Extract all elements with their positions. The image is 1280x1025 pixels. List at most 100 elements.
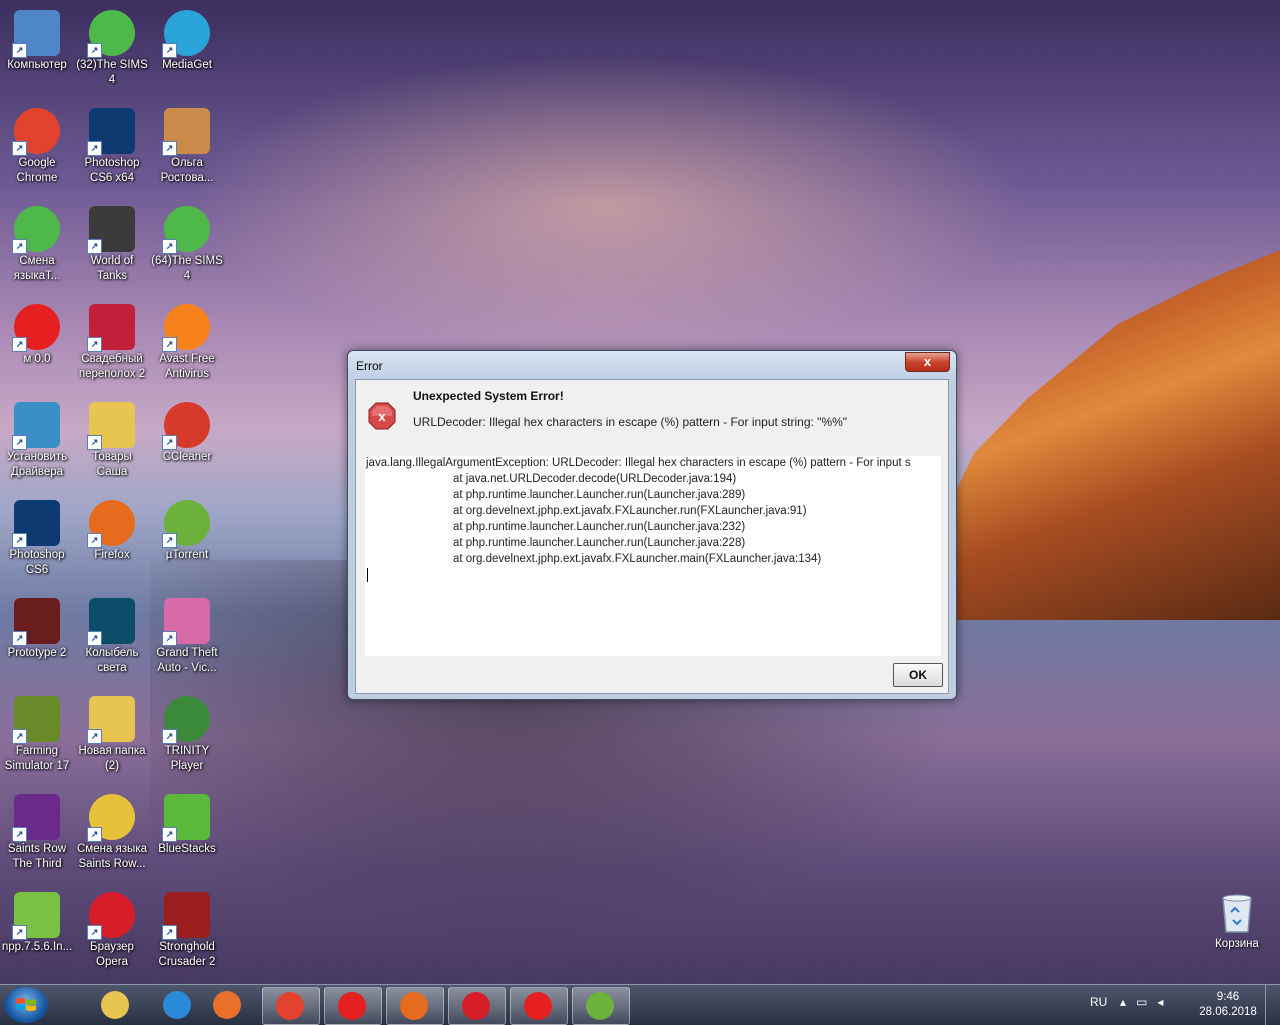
utorrent-icon: ↗ xyxy=(162,500,210,548)
sims-icon: ↗ xyxy=(12,206,60,254)
ccleaner-icon: ↗ xyxy=(162,402,210,450)
desktop-icon-label: Prototype 2 xyxy=(7,647,67,659)
desktop-icon[interactable]: ↗ Google Chrome xyxy=(0,104,74,198)
desktop-icon[interactable]: ↗ Смена языкаТ... xyxy=(0,202,74,296)
close-icon: x xyxy=(923,354,932,369)
taskbar-button[interactable] xyxy=(88,987,144,1023)
desktop-icon[interactable]: ↗ MediaGet xyxy=(150,6,224,100)
taskbar-button[interactable] xyxy=(386,987,444,1025)
desktop-icon-label: Новая папка (2) xyxy=(78,745,146,772)
desktop-icon-label: Photoshop CS6 xyxy=(9,549,65,576)
tray-arrow-icon[interactable]: ▴ xyxy=(1120,995,1136,1009)
desktop-icon-label: Колыбель света xyxy=(85,647,139,674)
opera-icon xyxy=(462,992,490,1020)
desktop-icon-label: (64)The SIMS 4 xyxy=(151,255,223,282)
desktop-icon[interactable]: ↗ Stronghold Crusader 2 xyxy=(150,888,224,982)
yandex-browser-icon xyxy=(524,992,552,1020)
dialog-titlebar[interactable]: Error x xyxy=(348,351,956,379)
shortcut-arrow-icon: ↗ xyxy=(87,239,102,254)
avast-icon: ↗ xyxy=(162,304,210,352)
stack-trace-textarea[interactable]: java.lang.IllegalArgumentException: URLD… xyxy=(365,456,941,656)
desktop-icon[interactable]: ↗ Firefox xyxy=(75,496,149,590)
desktop-icon[interactable]: ↗ (64)The SIMS 4 xyxy=(150,202,224,296)
shortcut-arrow-icon: ↗ xyxy=(87,337,102,352)
shortcut-arrow-icon: ↗ xyxy=(162,141,177,156)
shortcut-arrow-icon: ↗ xyxy=(162,827,177,842)
desktop-icon[interactable]: ↗ (32)The SIMS 4 xyxy=(75,6,149,100)
desktop-icon-label: npp.7.5.6.In... xyxy=(1,941,73,953)
desktop-icon[interactable]: ↗ World of Tanks xyxy=(75,202,149,296)
windows-logo-icon xyxy=(16,998,36,1011)
shortcut-arrow-icon: ↗ xyxy=(12,435,27,450)
sims-icon: ↗ xyxy=(162,206,210,254)
folder-icon: ↗ xyxy=(87,696,135,744)
desktop-icon[interactable]: ↗ Установить Драйвера xyxy=(0,398,74,492)
network-icon[interactable]: ▭ xyxy=(1136,995,1157,1009)
desktop-icon[interactable]: ↗ Новая папка (2) xyxy=(75,692,149,786)
taskbar-button[interactable] xyxy=(324,987,382,1025)
desktop-icon[interactable]: ↗ Ольга Ростова... xyxy=(150,104,224,198)
desktop-icon[interactable]: ↗ Grand Theft Auto - Vic... xyxy=(150,594,224,688)
stack-trace-line: at php.runtime.launcher.Launcher.run(Lau… xyxy=(453,521,746,533)
desktop-icon[interactable]: ↗ Браузер Opera xyxy=(75,888,149,982)
sims-icon: ↗ xyxy=(87,10,135,58)
desktop-icon[interactable]: ↗ Колыбель света xyxy=(75,594,149,688)
shortcut-arrow-icon: ↗ xyxy=(162,239,177,254)
taskbar-button[interactable] xyxy=(150,987,206,1023)
desktop-icon[interactable]: ↗ Farming Simulator 17 xyxy=(0,692,74,786)
shortcut-arrow-icon: ↗ xyxy=(12,729,27,744)
tray-icons[interactable]: ▴▭◂ xyxy=(1120,995,1173,1009)
shortcut-arrow-icon: ↗ xyxy=(12,533,27,548)
prototype-icon: ↗ xyxy=(12,598,60,646)
text-caret xyxy=(367,568,368,582)
desktop-icon[interactable]: ↗ Prototype 2 xyxy=(0,594,74,688)
ok-button[interactable]: OK xyxy=(893,663,943,687)
close-button[interactable]: x xyxy=(905,352,950,372)
desktop-icon[interactable]: ↗ µTorrent xyxy=(150,496,224,590)
desktop-icon-label: Компьютер xyxy=(7,59,67,71)
desktop-icon-label: (32)The SIMS 4 xyxy=(76,59,148,86)
taskbar-button[interactable] xyxy=(262,987,320,1025)
clock-time: 9:46 xyxy=(1216,991,1240,1003)
stack-trace-line: at java.net.URLDecoder.decode(URLDecoder… xyxy=(453,473,737,485)
desktop-icon-label: µTorrent xyxy=(165,549,209,561)
desktop-icon[interactable]: ↗ npp.7.5.6.In... xyxy=(0,888,74,982)
desktop-icon[interactable]: ↗ Свадебный переполох 2 xyxy=(75,300,149,394)
start-button[interactable] xyxy=(4,987,48,1023)
dialog-title: Error xyxy=(356,359,383,373)
shortcut-arrow-icon: ↗ xyxy=(12,925,27,940)
shortcut-arrow-icon: ↗ xyxy=(162,729,177,744)
gta-icon: ↗ xyxy=(162,598,210,646)
shortcut-arrow-icon: ↗ xyxy=(87,435,102,450)
desktop-icon-label: TRINITY Player xyxy=(164,745,210,772)
language-indicator[interactable]: RU xyxy=(1090,995,1107,1009)
desktop-icon[interactable]: ↗ Saints Row The Third xyxy=(0,790,74,884)
desktop-icon-label: Farming Simulator 17 xyxy=(4,745,70,772)
show-desktop-button[interactable] xyxy=(1265,985,1280,1025)
desktop-icon-label: Google Chrome xyxy=(16,157,58,184)
taskbar-button[interactable] xyxy=(200,987,256,1023)
taskbar-button[interactable] xyxy=(448,987,506,1025)
taskbar-button[interactable] xyxy=(572,987,630,1025)
desktop-icon[interactable]: ↗ м 0.0 xyxy=(0,300,74,394)
desktop-icon[interactable]: ↗ Photoshop CS6 x64 xyxy=(75,104,149,198)
desktop-icon[interactable]: ↗ Avast Free Antivirus xyxy=(150,300,224,394)
desktop-icon[interactable]: ↗ Товары Саша xyxy=(75,398,149,492)
volume-icon[interactable]: ◂ xyxy=(1157,995,1173,1009)
desktop-icon-label: Смена языка Saints Row... xyxy=(77,843,147,870)
recycle-bin[interactable]: Корзина xyxy=(1200,886,1274,966)
taskbar-button[interactable] xyxy=(510,987,568,1025)
desktop-icon[interactable]: ↗ Смена языка Saints Row... xyxy=(75,790,149,884)
desktop-icon[interactable]: ↗ Photoshop CS6 xyxy=(0,496,74,590)
desktop-icon[interactable]: ↗ TRINITY Player xyxy=(150,692,224,786)
desktop-icon[interactable]: ↗ CCleaner xyxy=(150,398,224,492)
stack-trace-line: at org.develnext.jphp.ext.javafx.FXLaunc… xyxy=(453,505,807,517)
recycle-bin-label: Корзина xyxy=(1215,938,1259,950)
firefox-icon xyxy=(400,992,428,1020)
desktop-icon[interactable]: ↗ BlueStacks xyxy=(150,790,224,884)
shortcut-arrow-icon: ↗ xyxy=(87,925,102,940)
clock[interactable]: 9:46 28.06.2018 xyxy=(1198,990,1258,1020)
desktop-icon[interactable]: ↗ Компьютер xyxy=(0,6,74,100)
shortcut-arrow-icon: ↗ xyxy=(12,239,27,254)
shortcut-arrow-icon: ↗ xyxy=(12,827,27,842)
